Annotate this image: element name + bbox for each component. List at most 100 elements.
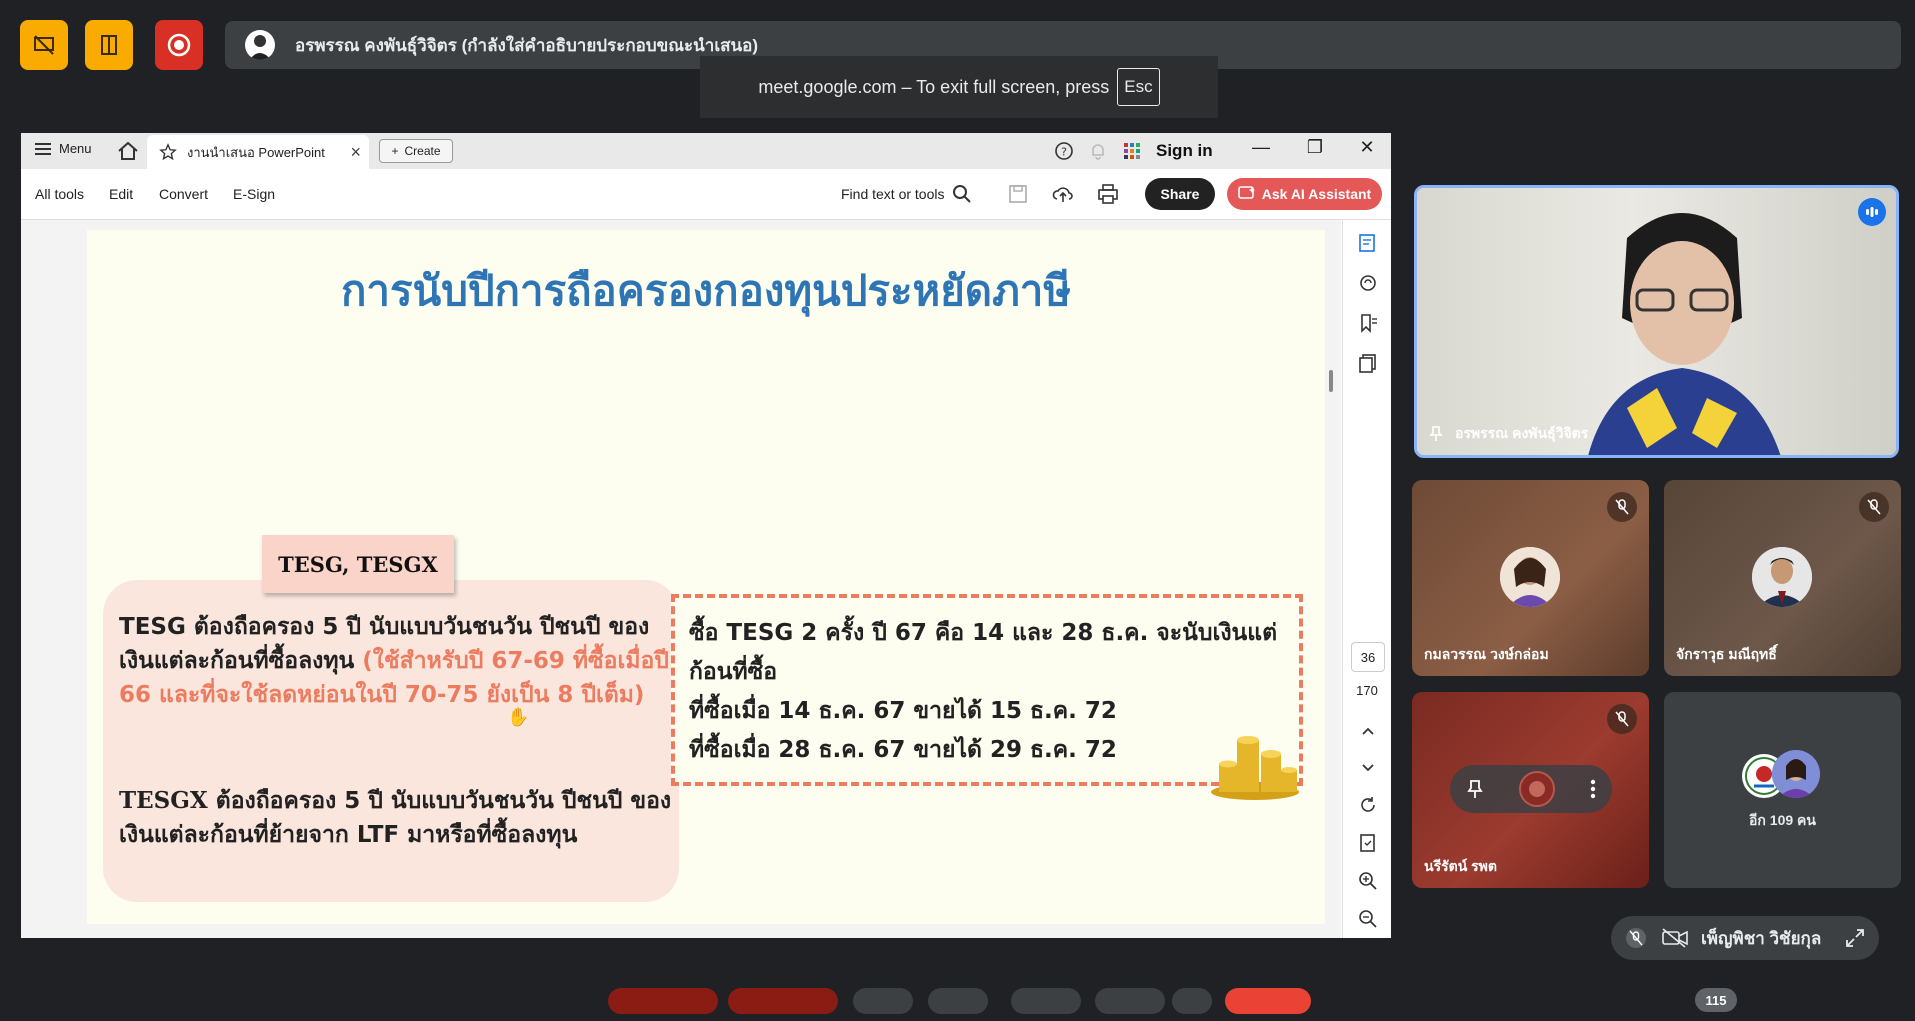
others-tile[interactable]: อีก 109 คน — [1664, 692, 1901, 888]
presenter-figure — [1588, 213, 1781, 455]
self-view-pill[interactable]: เพ็ญพิชา วิชัยกุล — [1611, 916, 1879, 960]
participant-logo-icon — [1519, 771, 1555, 807]
participant-tile-1[interactable]: กมลวรรณ วงษ์กล่อม — [1412, 480, 1649, 676]
tab-close-icon[interactable]: × — [350, 142, 361, 163]
print-icon[interactable] — [1097, 183, 1119, 205]
hamburger-icon — [35, 142, 51, 155]
upload-cloud-icon[interactable] — [1052, 183, 1074, 205]
zoom-in-icon[interactable] — [1357, 870, 1379, 892]
stop-presenting-button[interactable] — [155, 20, 203, 70]
presenter-video-tile[interactable]: อรพรรณ คงพันธุ์วิจิตร — [1414, 185, 1899, 458]
create-button[interactable]: + Create — [379, 139, 453, 163]
example-text: ซื้อ TESG 2 ครั้ง ปี 67 คือ 14 และ 28 ธ.… — [689, 614, 1289, 770]
annotate-icon[interactable] — [1357, 272, 1379, 294]
shared-acrobat-window: Menu งานนำเสนอ PowerPoint × + Create ? S… — [21, 133, 1391, 938]
save-icon[interactable] — [1007, 183, 1029, 205]
document-tab[interactable]: งานนำเสนอ PowerPoint × — [147, 135, 369, 169]
bottom-more-button[interactable] — [1172, 988, 1212, 1014]
bottom-leave-call-button[interactable] — [1225, 988, 1311, 1014]
bottom-captions-button[interactable] — [853, 988, 913, 1014]
acrobat-tabbar: Menu งานนำเสนอ PowerPoint × + Create ? S… — [21, 133, 1391, 169]
ai-assistant-button[interactable]: Ask AI Assistant — [1227, 178, 1382, 210]
tile-hover-controls — [1450, 765, 1612, 813]
participant-tile-3[interactable]: นรีรัตน์ รพต — [1412, 692, 1649, 888]
presenter-name: อรพรรณ คงพันธุ์วิจิตร — [1455, 425, 1589, 441]
convert-button[interactable]: Convert — [159, 186, 208, 202]
presenter-status-text: อรพรรณ คงพันธุ์วิจิตร (กำลังใส่คำอธิบายป… — [295, 35, 758, 55]
find-tools-field[interactable]: Find text or tools — [841, 186, 945, 202]
document-viewport[interactable]: การนับปีการถือครองกองทุนประหยัดภาษี TESG… — [21, 220, 1341, 938]
star-icon[interactable] — [159, 143, 177, 161]
layout-button[interactable] — [85, 20, 133, 70]
participant-name-2: จักราวุธ มณีฤทธิ์ — [1676, 646, 1777, 662]
refresh-icon[interactable] — [1357, 794, 1379, 816]
slide-page: การนับปีการถือครองกองทุนประหยัดภาษี TESG… — [87, 230, 1325, 924]
tesgx-description: TESGX ต้องถือครอง 5 ปี นับแบบวันชนวัน ปี… — [119, 784, 679, 852]
speaking-indicator-icon — [1858, 198, 1886, 226]
bottom-reactions-button[interactable] — [928, 988, 988, 1014]
self-name: เพ็ญพิชา วิชัยกุล — [1701, 928, 1822, 948]
bottom-mic-button[interactable] — [608, 988, 718, 1014]
fullscreen-toast-text: meet.google.com – To exit full screen, p… — [758, 76, 1110, 97]
bottom-present-button[interactable] — [1011, 988, 1081, 1014]
sign-in-button[interactable]: Sign in — [1156, 141, 1213, 161]
record-icon — [167, 33, 191, 57]
help-icon[interactable]: ? — [1054, 141, 1074, 161]
participant-count-badge: 115 — [1695, 988, 1737, 1012]
mic-muted-icon — [1607, 704, 1637, 734]
example-line-1: ซื้อ TESG 2 ครั้ง ปี 67 คือ 14 และ 28 ธ.… — [689, 620, 1278, 685]
restore-icon[interactable]: ❐ — [1301, 137, 1329, 158]
share-button[interactable]: Share — [1145, 178, 1215, 210]
page-export-icon[interactable] — [1357, 832, 1379, 854]
hide-screen-icon — [34, 35, 54, 55]
home-icon[interactable] — [117, 141, 139, 161]
acrobat-right-rail: 36 170 — [1342, 220, 1391, 938]
bottom-camera-button[interactable] — [728, 988, 838, 1014]
edit-button[interactable]: Edit — [109, 186, 133, 202]
menu-button[interactable]: Menu — [35, 141, 92, 156]
zoom-out-icon[interactable] — [1357, 908, 1379, 930]
fund-tag-box: TESG, TESGX — [262, 535, 454, 593]
hand-cursor-icon: ✋ — [507, 707, 530, 727]
window-close-icon[interactable]: ✕ — [1353, 137, 1381, 158]
bookmark-icon[interactable] — [1357, 312, 1379, 334]
current-page-field[interactable]: 36 — [1351, 642, 1385, 672]
participant-avatar-1 — [1500, 547, 1560, 607]
more-options-icon[interactable] — [1590, 779, 1596, 799]
bottom-raise-hand-button[interactable] — [1095, 988, 1165, 1014]
pin-icon — [1429, 426, 1443, 441]
page-up-icon[interactable] — [1357, 720, 1379, 742]
ai-assistant-label: Ask AI Assistant — [1261, 186, 1372, 202]
gold-coins-icon — [1211, 736, 1299, 800]
pages-icon[interactable] — [1357, 352, 1379, 374]
tesg-description: TESG ต้องถือครอง 5 ปี นับแบบวันชนวัน ปีช… — [119, 610, 679, 712]
vertical-scrollbar[interactable] — [1329, 370, 1333, 392]
slide-title: การนับปีการถือครองกองทุนประหยัดภาษี — [340, 266, 1072, 315]
camera-off-icon[interactable] — [1661, 927, 1689, 949]
hide-presentation-button[interactable] — [20, 20, 68, 70]
presenter-avatar — [245, 30, 275, 60]
all-tools-button[interactable]: All tools — [35, 186, 84, 202]
presenter-name-label: อรพรรณ คงพันธุ์วิจิตร — [1429, 423, 1588, 445]
apps-grid-icon[interactable] — [1122, 141, 1142, 161]
svg-text:?: ? — [1061, 146, 1067, 159]
participant-tile-2[interactable]: จักราวุธ มณีฤทธิ์ — [1664, 480, 1901, 676]
pin-icon[interactable] — [1466, 779, 1484, 799]
minimize-icon[interactable]: — — [1247, 137, 1275, 158]
total-pages-label: 170 — [1356, 683, 1378, 698]
ai-sparkle-icon — [1237, 186, 1255, 199]
mic-muted-icon — [1859, 492, 1889, 522]
bell-icon[interactable] — [1088, 141, 1108, 161]
others-avatar-2 — [1772, 750, 1820, 798]
acrobat-toolbar: All tools Edit Convert E-Sign Find text … — [21, 169, 1391, 220]
plus-icon: + — [391, 144, 399, 158]
expand-icon[interactable] — [1845, 928, 1865, 948]
esign-button[interactable]: E-Sign — [233, 186, 275, 202]
comment-panel-icon[interactable] — [1357, 232, 1379, 254]
mic-off-icon[interactable] — [1625, 927, 1647, 949]
page-down-icon[interactable] — [1357, 756, 1379, 778]
search-icon[interactable] — [951, 183, 973, 205]
others-count-label: อีก 109 คน — [1749, 812, 1816, 828]
example-line-2: ที่ซื้อเมื่อ 14 ธ.ค. 67 ขายได้ 15 ธ.ค. 7… — [689, 698, 1117, 724]
tab-title: งานนำเสนอ PowerPoint — [187, 144, 325, 160]
